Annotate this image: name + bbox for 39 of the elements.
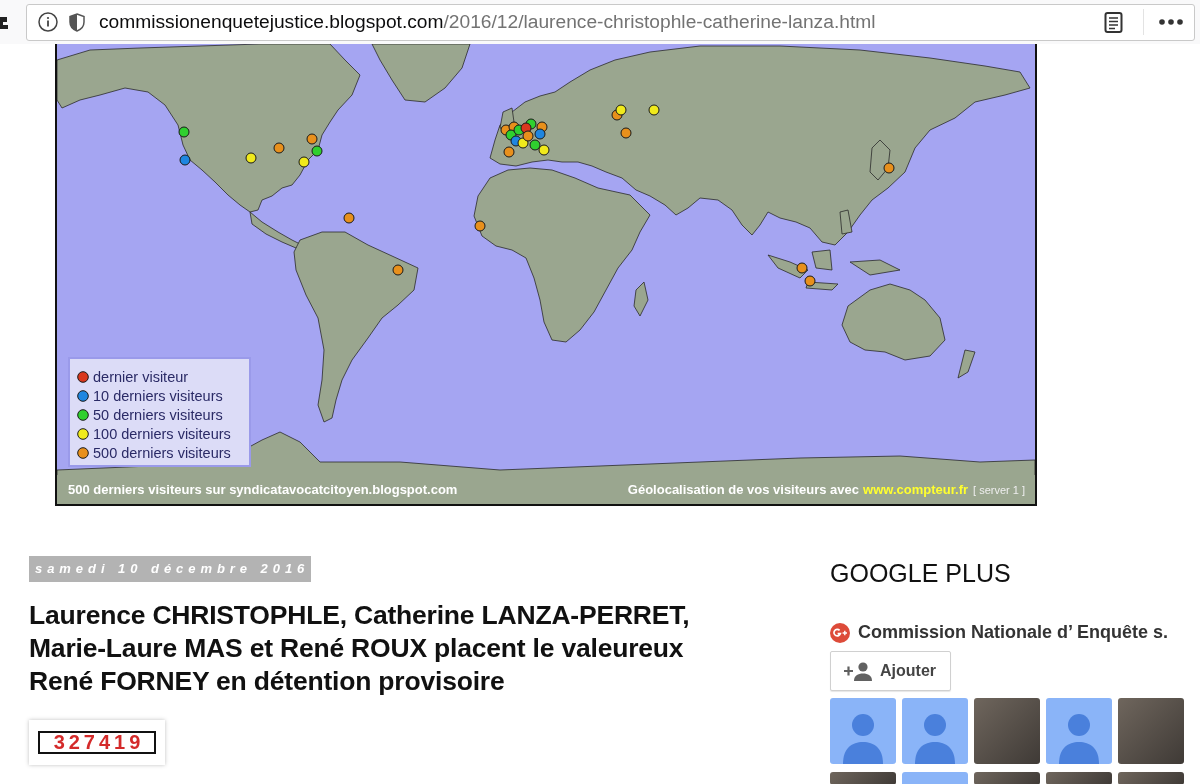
island bbox=[869, 139, 891, 181]
post-title: Laurence CHRISTOPHLE, Catherine LANZA-PERRET, Marie-Laure MAS et René ROUX placent le valeureux René FORNEY en détention provisoire bbox=[29, 599, 691, 698]
photo-placeholder[interactable] bbox=[1118, 772, 1184, 784]
logo-icon[interactable] bbox=[830, 622, 850, 643]
photo-placeholder[interactable] bbox=[1118, 698, 1184, 764]
date-header: samedi 10 décembre 2016 bbox=[29, 556, 312, 582]
sidebar-heading: GOOGLE PLUS bbox=[830, 558, 1012, 588]
visitor-counter: 327419 bbox=[38, 731, 156, 754]
credit-text: Géolocalisation de vos visiteurs avec www.compteur.fr bbox=[627, 482, 969, 497]
server-label: [ server 1 ] bbox=[973, 484, 1025, 496]
avatar-icon[interactable] bbox=[902, 698, 968, 764]
shield-icon[interactable] bbox=[69, 12, 85, 32]
person-add-icon bbox=[843, 661, 873, 681]
cut-off-icon[interactable] bbox=[0, 14, 8, 30]
island bbox=[849, 259, 901, 276]
photo-placeholder[interactable] bbox=[974, 772, 1040, 784]
address-bar[interactable]: commissionenquetejustice.blogspot.com/2016/12/laurence-christophle-catherine-lanza.html bbox=[26, 3, 1195, 41]
island bbox=[957, 349, 976, 379]
legend-label: 100 derniers visiteurs bbox=[93, 425, 231, 442]
legend-label: 500 derniers visiteurs bbox=[93, 444, 231, 461]
avatar-icon[interactable] bbox=[830, 698, 896, 764]
photo-placeholder[interactable] bbox=[974, 698, 1040, 764]
legend-label: 10 derniers visiteurs bbox=[93, 387, 223, 404]
island bbox=[839, 209, 853, 235]
island bbox=[633, 281, 649, 317]
legend-label: 50 derniers visiteurs bbox=[93, 406, 223, 423]
info-icon[interactable] bbox=[38, 12, 58, 32]
avatar-icon[interactable] bbox=[1046, 698, 1112, 764]
more-icon bbox=[1159, 19, 1183, 25]
map-caption: 500 derniers visiteurs sur syndicatavocatcitoyen.blogspot.com bbox=[68, 482, 458, 497]
legend-label: dernier visiteur bbox=[93, 368, 189, 385]
island bbox=[805, 281, 839, 291]
island bbox=[811, 249, 833, 271]
photo-placeholder[interactable] bbox=[830, 772, 896, 784]
document-icon[interactable] bbox=[1104, 11, 1123, 33]
photo-placeholder[interactable] bbox=[1046, 772, 1112, 784]
avatar-icon[interactable] bbox=[902, 772, 968, 784]
page-name-link[interactable]: Commission Nationale d’ Enquête s. bbox=[858, 622, 1169, 643]
add-button[interactable]: Ajouter bbox=[830, 651, 951, 691]
